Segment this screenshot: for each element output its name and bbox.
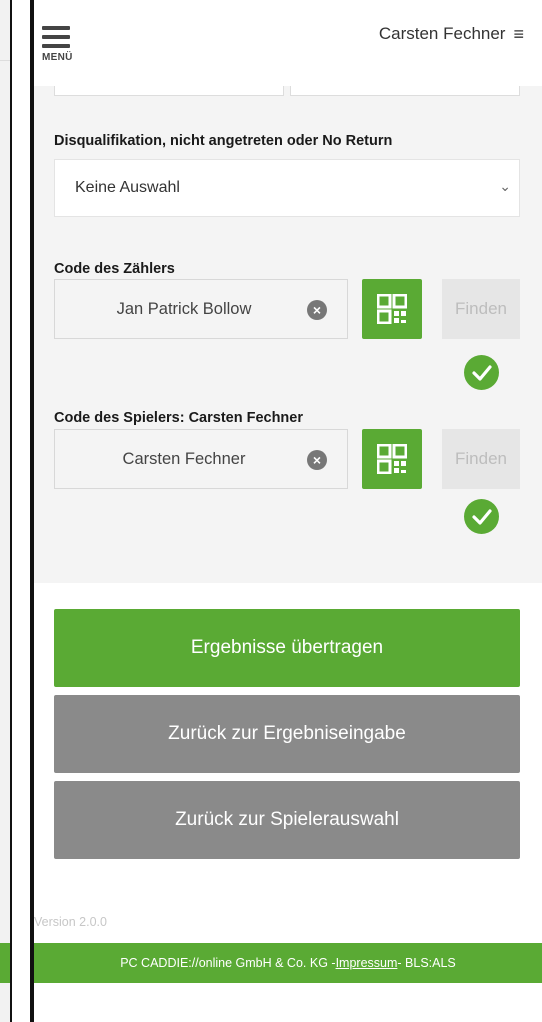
qr-scan-button[interactable] xyxy=(362,429,422,489)
footer-suffix: - BLS:ALS xyxy=(397,956,456,970)
app-screen: MENÜ Carsten Fechner ≡ Disqualifikation,… xyxy=(30,0,542,1022)
find-counter-button[interactable]: Finden xyxy=(442,279,520,339)
player-code-value: Carsten Fechner xyxy=(122,449,246,468)
counter-code-input[interactable]: Jan Patrick Bollow × xyxy=(54,279,348,339)
header: MENÜ Carsten Fechner ≡ xyxy=(34,0,542,86)
counter-code-value: Jan Patrick Bollow xyxy=(116,299,252,318)
clear-icon[interactable]: × xyxy=(307,300,327,320)
previous-fields xyxy=(34,76,542,96)
impressum-link[interactable]: Impressum xyxy=(336,956,398,970)
footer: PC CADDIE://online GmbH & Co. KG - Impre… xyxy=(34,943,542,983)
player-code-label: Code des Spielers: Carsten Fechner xyxy=(54,410,303,426)
user-name: Carsten Fechner xyxy=(378,24,506,43)
menu-icon-bar xyxy=(42,35,70,39)
disqualification-select[interactable]: Keine Auswahl ⌄ xyxy=(54,159,520,217)
divider xyxy=(0,60,10,61)
back-to-player-selection-button[interactable]: Zurück zur Spielerauswahl xyxy=(54,781,520,859)
check-icon xyxy=(464,355,499,390)
select-value: Keine Auswahl xyxy=(75,179,180,196)
player-code-input[interactable]: Carsten Fechner × xyxy=(54,429,348,489)
menu-icon xyxy=(42,26,70,30)
disqualification-label: Disqualifikation, nicht angetreten oder … xyxy=(54,133,393,149)
counter-code-label: Code des Zählers xyxy=(54,261,175,277)
menu-button[interactable]: MENÜ xyxy=(42,26,78,70)
check-icon xyxy=(464,499,499,534)
qr-code-icon xyxy=(377,444,407,474)
back-to-entry-button[interactable]: Zurück zur Ergebniseingabe xyxy=(54,695,520,773)
bottom-area xyxy=(34,983,542,1022)
hamburger-icon: ≡ xyxy=(513,24,524,44)
footer-sliver xyxy=(0,943,10,983)
menu-icon-bar xyxy=(42,44,70,48)
screen-edge xyxy=(10,0,12,1022)
version-text: Version 2.0.0 xyxy=(34,915,107,929)
clear-icon[interactable]: × xyxy=(307,450,327,470)
user-menu[interactable]: Carsten Fechner ≡ xyxy=(379,24,524,44)
chevron-down-icon: ⌄ xyxy=(499,178,511,194)
find-player-button[interactable]: Finden xyxy=(442,429,520,489)
qr-code-icon xyxy=(377,294,407,324)
menu-label: MENÜ xyxy=(42,52,73,63)
submit-results-button[interactable]: Ergebnisse übertragen xyxy=(54,609,520,687)
qr-scan-button[interactable] xyxy=(362,279,422,339)
footer-company: PC CADDIE://online GmbH & Co. KG - xyxy=(120,956,336,970)
previous-screen-strip xyxy=(0,0,12,1022)
